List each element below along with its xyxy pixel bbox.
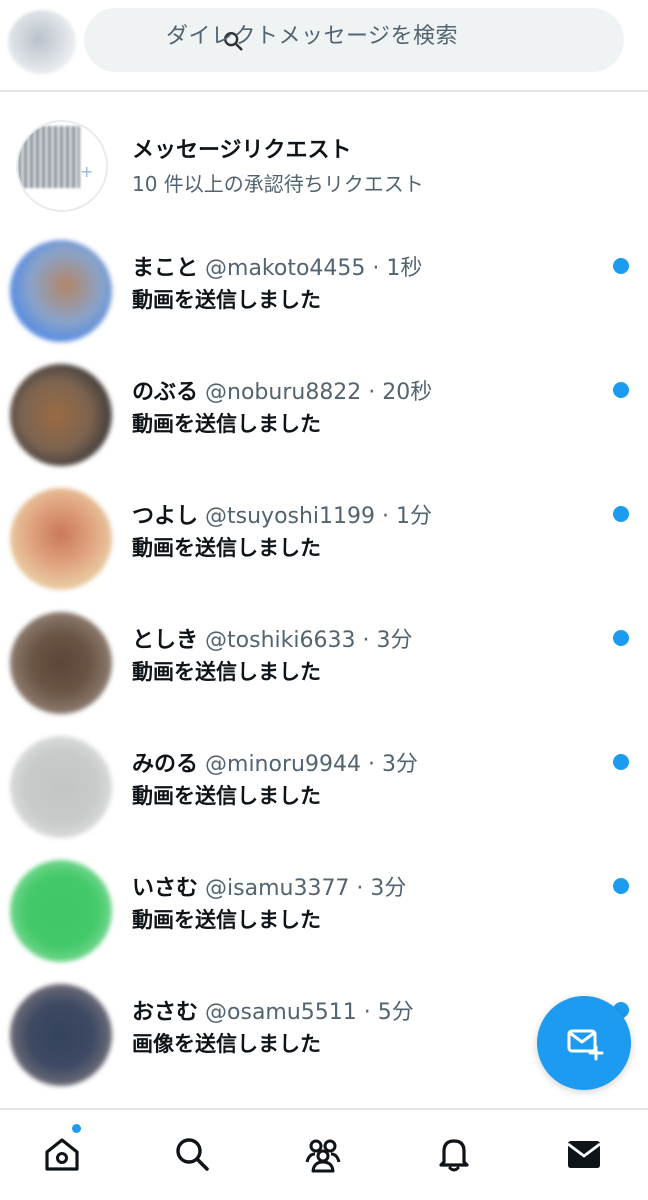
conversation-handle: @makoto4455 xyxy=(205,256,366,281)
avatar xyxy=(10,612,112,714)
messages-icon xyxy=(567,1141,601,1168)
dm-inbox-screen: ダイレクトメッセージを検索 + メッセージリクエスト 10 件以上の承認待ちリク… xyxy=(0,0,648,1200)
conversation-name: つよし xyxy=(132,504,199,529)
conversation-handle: @noburu8822 xyxy=(205,380,362,405)
conversation-header: おさむ @osamu5511 · 5分 xyxy=(132,994,414,1026)
conversation-name: おさむ xyxy=(132,1000,199,1025)
conversation-row[interactable]: みのる @minoru9944 · 3分 動画を送信しました xyxy=(0,732,648,856)
conversation-time: 5分 xyxy=(377,1000,414,1025)
unread-indicator xyxy=(613,878,629,894)
nav-communities[interactable] xyxy=(301,1132,345,1176)
conversation-row[interactable]: のぶる @noburu8822 · 20秒 動画を送信しました xyxy=(0,360,648,484)
account-avatar[interactable] xyxy=(8,10,76,74)
conversation-time: 3分 xyxy=(381,752,418,777)
message-requests-row[interactable]: + メッセージリクエスト 10 件以上の承認待ちリクエスト xyxy=(0,106,648,218)
meta-separator: · xyxy=(375,504,397,529)
conversation-preview: 動画を送信しました xyxy=(132,660,321,684)
conversation-header: いさむ @isamu3377 · 3分 xyxy=(132,870,406,902)
meta-separator: · xyxy=(361,380,383,405)
conversation-time: 3分 xyxy=(376,628,413,653)
communities-icon xyxy=(305,1139,341,1173)
conversation-time: 1秒 xyxy=(386,256,423,281)
conversation-header: みのる @minoru9944 · 3分 xyxy=(132,746,418,778)
avatar xyxy=(10,240,112,342)
conversation-row[interactable]: いさむ @isamu3377 · 3分 動画を送信しました xyxy=(0,856,648,980)
conversation-preview: 動画を送信しました xyxy=(132,288,321,312)
conversation-header: のぶる @noburu8822 · 20秒 xyxy=(132,374,432,406)
conversation-preview: 動画を送信しました xyxy=(132,908,321,932)
conversation-header: つよし @tsuyoshi1199 · 1分 xyxy=(132,498,432,530)
explore-icon xyxy=(176,1138,209,1171)
conversation-name: のぶる xyxy=(132,380,199,405)
conversation-time: 1分 xyxy=(396,504,433,529)
header: ダイレクトメッセージを検索 xyxy=(0,0,648,92)
message-requests-title: メッセージリクエスト xyxy=(132,138,352,163)
meta-separator: · xyxy=(349,876,371,901)
notifications-icon xyxy=(439,1139,469,1172)
conversation-handle: @isamu3377 xyxy=(205,876,350,901)
meta-separator: · xyxy=(365,256,387,281)
conversation-header: としき @toshiki6633 · 3分 xyxy=(132,622,412,654)
unread-indicator xyxy=(613,754,629,770)
meta-separator: · xyxy=(355,628,377,653)
avatar xyxy=(10,488,112,590)
conversation-name: まこと xyxy=(132,256,199,281)
plus-icon: + xyxy=(80,162,94,181)
nav-explore[interactable] xyxy=(170,1132,214,1176)
meta-separator: · xyxy=(360,752,382,777)
conversation-name: みのる xyxy=(132,752,199,777)
conversation-preview: 動画を送信しました xyxy=(132,536,321,560)
nav-messages[interactable] xyxy=(562,1132,606,1176)
conversation-row[interactable]: まこと @makoto4455 · 1秒 動画を送信しました xyxy=(0,236,648,360)
conversation-row[interactable]: としき @toshiki6633 · 3分 動画を送信しました xyxy=(0,608,648,732)
message-requests-subtitle: 10 件以上の承認待ちリクエスト xyxy=(132,172,424,196)
conversation-preview: 画像を送信しました xyxy=(132,1032,321,1056)
conversation-name: としき xyxy=(132,628,199,653)
conversation-preview: 動画を送信しました xyxy=(132,412,321,436)
conversation-time: 20秒 xyxy=(382,380,433,405)
nav-notifications[interactable] xyxy=(432,1132,476,1176)
conversation-time: 3分 xyxy=(370,876,407,901)
message-requests-avatar: + xyxy=(16,120,108,212)
conversation-handle: @minoru9944 xyxy=(205,752,361,777)
avatar xyxy=(10,984,112,1086)
conversation-header: まこと @makoto4455 · 1秒 xyxy=(132,250,422,282)
home-notification-dot xyxy=(72,1124,81,1133)
unread-indicator xyxy=(613,382,629,398)
conversation-handle: @osamu5511 xyxy=(205,1000,357,1025)
new-message-icon xyxy=(567,1029,604,1061)
search-placeholder: ダイレクトメッセージを検索 xyxy=(166,24,459,49)
unread-indicator xyxy=(613,630,629,646)
conversation-handle: @toshiki6633 xyxy=(205,628,356,653)
conversation-handle: @tsuyoshi1199 xyxy=(205,504,376,529)
nav-home[interactable] xyxy=(40,1132,84,1176)
home-icon xyxy=(45,1138,79,1171)
conversation-name: いさむ xyxy=(132,876,199,901)
unread-indicator xyxy=(613,258,629,274)
bottom-navigation xyxy=(0,1108,648,1200)
new-message-button[interactable] xyxy=(537,996,631,1090)
avatar xyxy=(10,736,112,838)
avatar xyxy=(10,364,112,466)
meta-separator: · xyxy=(356,1000,378,1025)
unread-indicator xyxy=(613,506,629,522)
conversation-preview: 動画を送信しました xyxy=(132,784,321,808)
avatar xyxy=(10,860,112,962)
conversation-row[interactable]: つよし @tsuyoshi1199 · 1分 動画を送信しました xyxy=(0,484,648,608)
